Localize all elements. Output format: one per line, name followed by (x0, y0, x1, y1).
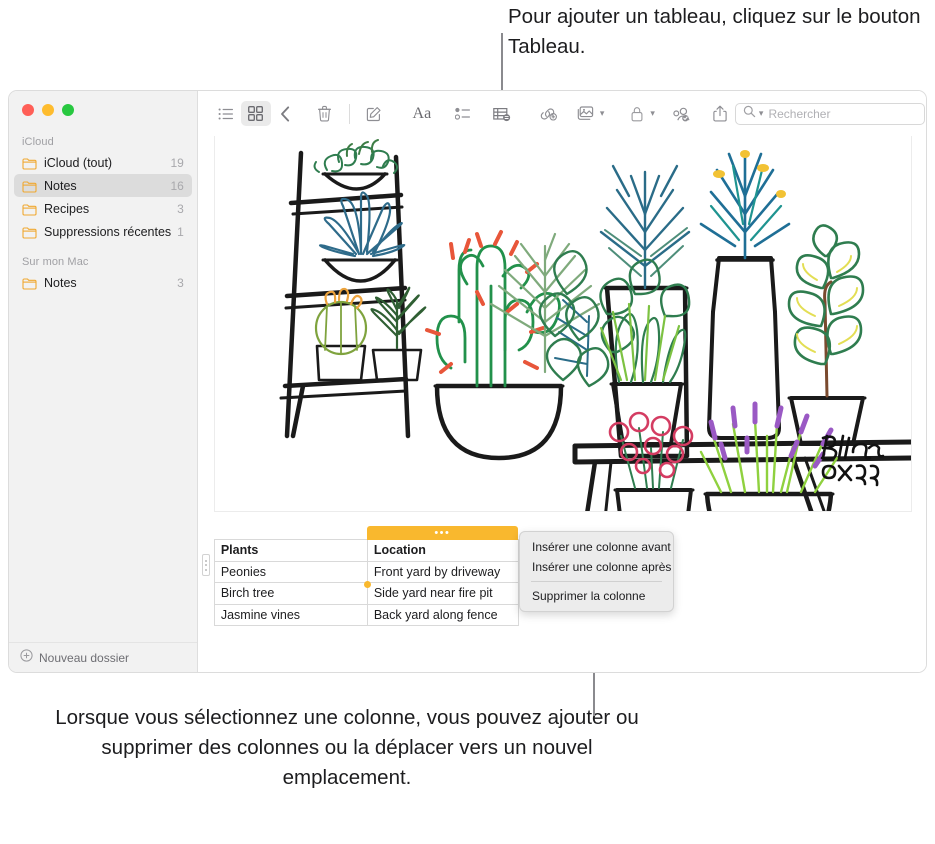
checklist-icon[interactable] (448, 101, 478, 126)
sidebar-item-count: 3 (177, 201, 184, 216)
chevron-down-icon[interactable]: ▾ (600, 108, 605, 119)
sidebar-list[interactable]: iCloud iCloud (tout) 19 Notes 16 Recipes… (9, 132, 197, 642)
table-cell[interactable]: Back yard along fence (366, 603, 519, 626)
chevron-down-icon[interactable]: ▾ (650, 108, 655, 119)
trash-icon[interactable] (310, 101, 340, 126)
folder-icon (22, 157, 37, 170)
window-controls (9, 91, 197, 116)
sidebar-section-header-on-my-mac: Sur mon Mac (22, 256, 89, 268)
lock-icon[interactable] (622, 101, 652, 126)
sidebar-item-label: iCloud (tout) (44, 155, 113, 170)
back-chevron-icon[interactable] (271, 101, 301, 126)
sidebar-item-label: Suppressions récentes (44, 224, 172, 239)
table-cell[interactable]: Location (366, 539, 519, 562)
folder-icon (22, 277, 37, 290)
menu-item-insert-column-before[interactable]: Insérer une colonne avant (520, 537, 673, 557)
column-resize-knob[interactable] (363, 581, 371, 588)
folder-icon (22, 180, 37, 193)
sidebar-item-count: 1 (177, 224, 184, 239)
search-input[interactable]: ▾ Rechercher (734, 102, 925, 125)
plus-circle-icon (20, 648, 33, 667)
maximize-button[interactable] (62, 104, 74, 116)
folder-icon (22, 226, 37, 239)
compose-icon[interactable] (359, 101, 389, 126)
menu-separator (531, 581, 662, 582)
column-context-menu[interactable]: Insérer une colonne avant Insérer une co… (519, 531, 674, 612)
sidebar-item-label: Notes (44, 178, 77, 193)
format-aa-label: Aa (412, 104, 432, 122)
sidebar-section-header-icloud: iCloud (22, 136, 54, 148)
sidebar-item-label: Notes (44, 275, 77, 290)
table-cell[interactable]: Jasmine vines (213, 603, 368, 626)
share-icon[interactable] (705, 101, 735, 126)
toolbar: Aa ▾ ▾ ▾ Rechercher (198, 91, 926, 136)
table-row[interactable]: Plants Location (213, 539, 519, 562)
sidebar-item-count: 16 (170, 178, 184, 193)
table-row[interactable]: Peonies Front yard by driveway (213, 560, 519, 583)
new-folder-label: Nouveau dossier (39, 650, 130, 665)
menu-item-delete-column[interactable]: Supprimer la colonne (520, 586, 673, 606)
new-folder-button[interactable]: Nouveau dossier (9, 642, 197, 672)
sidebar-item-notes-icloud[interactable]: Notes 16 (14, 174, 192, 197)
search-magnifier-icon (743, 105, 756, 123)
sidebar-item-notes-local[interactable]: Notes 3 (14, 271, 192, 294)
link-icon[interactable] (533, 101, 563, 126)
sidebar-item-recently-deleted[interactable]: Suppressions récentes 1 (14, 220, 192, 243)
notes-app-window: iCloud iCloud (tout) 19 Notes 16 Recipes… (8, 90, 927, 673)
table-icon[interactable] (487, 101, 517, 126)
grid-view-icon[interactable] (240, 101, 271, 126)
media-icon[interactable] (572, 101, 602, 126)
note-illustration (213, 136, 912, 512)
minimize-button[interactable] (42, 104, 54, 116)
table-cell[interactable]: Front yard by driveway (366, 560, 519, 583)
close-button[interactable] (22, 104, 34, 116)
sidebar-item-recipes[interactable]: Recipes 3 (14, 197, 192, 220)
table-cell[interactable]: Birch tree (213, 582, 368, 605)
note-table[interactable]: ••• Plants Location Peonies Front yard b… (201, 526, 519, 626)
format-aa-icon[interactable]: Aa (405, 101, 439, 126)
column-selection-bar[interactable]: ••• (366, 526, 518, 540)
sidebar-item-count: 19 (170, 155, 184, 170)
search-placeholder: Rechercher (768, 106, 831, 121)
callout-top-text: Pour ajouter un tableau, cliquez sur le … (508, 5, 921, 58)
table-cell[interactable]: Side yard near fire pit (366, 582, 519, 605)
list-view-icon[interactable] (211, 101, 241, 126)
table-cell[interactable]: Plants (213, 539, 368, 562)
sidebar-item-icloud-all[interactable]: iCloud (tout) 19 (14, 151, 192, 174)
sidebar: iCloud iCloud (tout) 19 Notes 16 Recipes… (9, 91, 198, 672)
toolbar-separator (348, 103, 350, 124)
table-cell[interactable]: Peonies (213, 560, 368, 583)
callout-bottom-text: Lorsque vous sélectionnez une colonne, v… (55, 706, 639, 789)
add-people-icon[interactable] (666, 101, 696, 126)
column-menu-dots-icon[interactable]: ••• (434, 527, 450, 538)
sidebar-item-count: 3 (177, 275, 184, 290)
search-scope-chevron-icon[interactable]: ▾ (759, 108, 764, 119)
menu-item-insert-column-after[interactable]: Insérer une colonne après (520, 557, 673, 577)
folder-icon (22, 203, 37, 216)
table-drag-handle[interactable] (201, 554, 210, 576)
table-row[interactable]: Jasmine vines Back yard along fence (213, 603, 519, 626)
sidebar-item-label: Recipes (44, 201, 90, 216)
